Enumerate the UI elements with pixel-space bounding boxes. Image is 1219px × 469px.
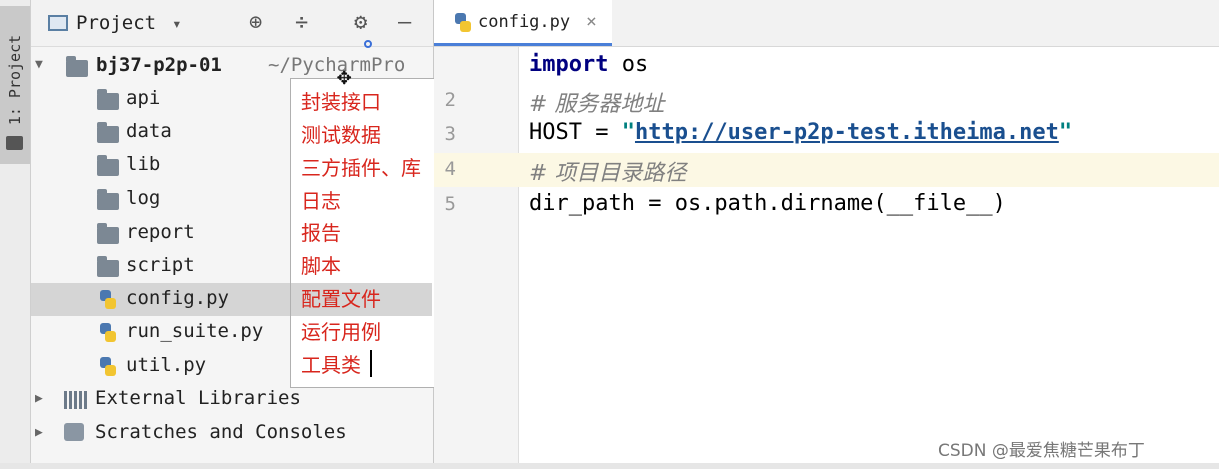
code-line-2[interactable]: # 服务器地址	[529, 86, 664, 118]
tree-item-api[interactable]: api	[126, 87, 160, 109]
tab-label[interactable]: config.py	[478, 12, 570, 32]
tree-item-scratches-consoles[interactable]: Scratches and Consoles	[95, 421, 347, 443]
python-file-icon	[99, 357, 117, 377]
folder-icon	[97, 122, 119, 143]
status-strip	[0, 463, 1219, 469]
tree-item-util-py[interactable]: util.py	[126, 354, 206, 376]
code-line-3[interactable]: HOST = "http://user-p2p-test.itheima.net…	[529, 120, 1072, 145]
gear-icon[interactable]: ⚙	[354, 10, 367, 35]
minimize-icon[interactable]: —	[398, 10, 411, 35]
chevron-down-icon[interactable]: ▼	[35, 57, 43, 72]
annotation-text: 运行用例	[301, 320, 381, 344]
python-file-icon	[99, 290, 117, 310]
code-text: os	[608, 52, 649, 77]
tree-item-config-py[interactable]: config.py	[126, 287, 229, 309]
string-quote: "	[1058, 120, 1073, 145]
tree-item-lib[interactable]: lib	[126, 153, 160, 175]
folder-icon	[97, 223, 119, 244]
close-icon[interactable]: ×	[586, 11, 597, 32]
tree-item-data[interactable]: data	[126, 120, 172, 142]
locate-icon[interactable]: ⊕	[249, 10, 262, 35]
code-text: HOST =	[529, 120, 622, 145]
keyword-import: import	[529, 52, 609, 77]
scratches-icon	[64, 423, 84, 441]
chevron-right-icon[interactable]: ▶	[35, 425, 43, 440]
text-cursor	[370, 350, 372, 377]
tree-item-run-suite-py[interactable]: run_suite.py	[126, 320, 263, 342]
tree-item-script[interactable]: script	[126, 254, 195, 276]
folder-icon	[6, 136, 23, 150]
rotate-handle[interactable]	[364, 40, 372, 48]
string-quote: "	[621, 120, 635, 145]
watermark: CSDN @最爱焦糖芒果布丁	[938, 441, 1145, 461]
code-line-5[interactable]: dir_path = os.path.dirname(__file__)	[529, 191, 1006, 216]
annotation-text: 脚本	[301, 254, 341, 278]
library-icon	[64, 391, 88, 409]
annotation-text: 工具类	[301, 353, 361, 377]
annotation-text: 测试数据	[301, 123, 381, 147]
folder-icon	[97, 155, 119, 176]
code-line-4[interactable]: # 项目目录路径	[529, 155, 686, 187]
annotation-text: 三方插件、库	[301, 156, 421, 180]
annotation-text: 封装接口	[301, 90, 381, 114]
annotation-text: 配置文件	[301, 287, 381, 311]
string-url[interactable]: http://user-p2p-test.itheima.net	[635, 120, 1059, 145]
folder-icon	[97, 189, 119, 210]
chevron-right-icon[interactable]: ▶	[35, 391, 43, 406]
project-view-icon	[48, 15, 68, 31]
folder-icon	[66, 56, 88, 77]
project-view-title[interactable]: Project	[76, 12, 156, 34]
collapse-icon[interactable]: ÷	[295, 10, 308, 35]
tree-root-name[interactable]: bj37-p2p-01	[96, 54, 222, 76]
folder-icon	[97, 256, 119, 277]
line-number: 5	[444, 193, 456, 215]
code-line-1[interactable]: import os	[529, 52, 648, 77]
chevron-down-icon[interactable]: ▾	[172, 14, 182, 33]
python-file-icon	[454, 13, 472, 33]
folder-icon	[97, 89, 119, 110]
annotation-text: 日志	[301, 189, 341, 213]
annotation-text: 报告	[301, 221, 341, 245]
project-tool-tab-label: 1: Project	[6, 34, 24, 126]
python-file-icon	[99, 323, 117, 343]
move-cursor-icon: ✥	[337, 62, 352, 90]
line-number: 3	[444, 123, 456, 145]
tree-item-log[interactable]: log	[126, 187, 160, 209]
tree-item-external-libraries[interactable]: External Libraries	[95, 387, 301, 409]
tree-item-report[interactable]: report	[126, 221, 195, 243]
line-number: 4	[444, 158, 456, 180]
line-number: 2	[444, 89, 456, 111]
